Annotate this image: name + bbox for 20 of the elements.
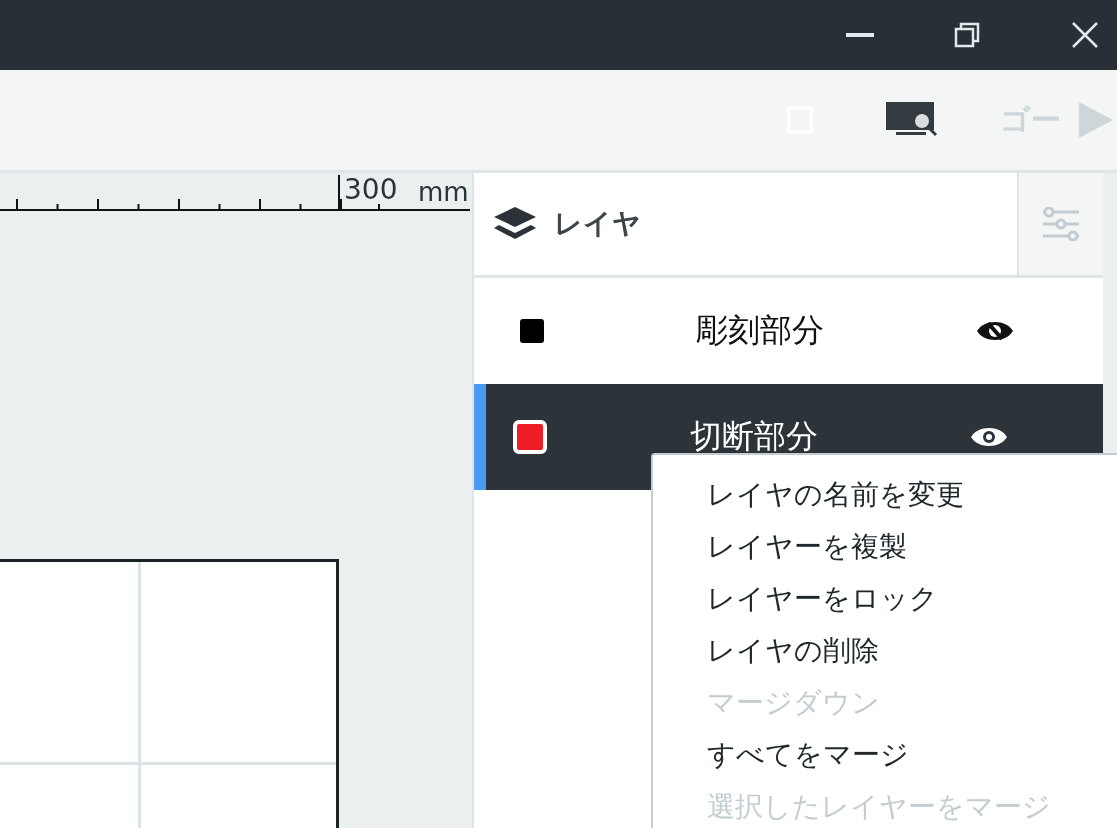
layer-name: 彫刻部分: [696, 310, 825, 351]
menu-item[interactable]: レイヤの削除: [653, 625, 1117, 677]
layer-color-swatch[interactable]: [513, 420, 547, 454]
restore-icon[interactable]: [954, 22, 980, 48]
eye-slash-icon[interactable]: [976, 319, 1014, 343]
layer-color-swatch[interactable]: [520, 319, 544, 343]
panel-title: レイヤ: [554, 206, 642, 242]
layer-name: 切断部分: [690, 416, 819, 457]
monitor-search-icon[interactable]: [886, 102, 938, 138]
settings-sliders-icon: [1041, 207, 1081, 241]
menu-item[interactable]: すべてをマージ: [653, 729, 1117, 781]
ruler-label: 300: [344, 173, 398, 207]
layer-row[interactable]: 彫刻部分: [474, 278, 1103, 384]
menu-item[interactable]: レイヤーを複製: [653, 521, 1117, 573]
close-icon[interactable]: [1072, 22, 1098, 48]
menu-item[interactable]: レイヤーをロック: [653, 573, 1117, 625]
eye-icon[interactable]: [970, 425, 1008, 449]
ruler-unit: mm: [418, 176, 469, 209]
play-icon: [1079, 102, 1113, 138]
layers-icon: [494, 207, 536, 241]
